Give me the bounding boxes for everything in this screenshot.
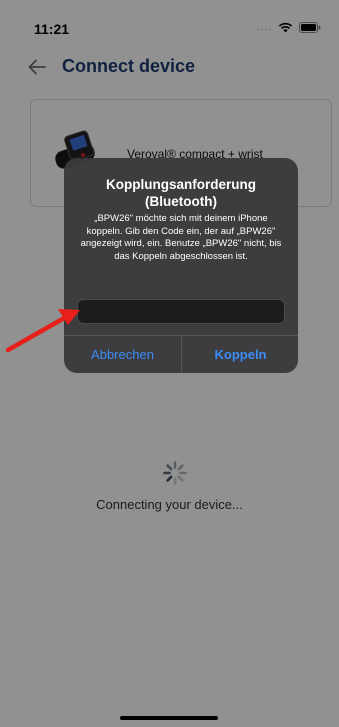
alert-message: „BPW26" möchte sich mit deinem iPhone ko… <box>80 213 282 262</box>
annotation-arrow-icon <box>5 309 80 353</box>
pairing-code-input[interactable] <box>77 299 285 324</box>
alert-title: Kopplungsanforderung (Bluetooth) <box>106 177 256 209</box>
bluetooth-pairing-alert: Kopplungsanforderung (Bluetooth) „BPW26"… <box>64 158 298 373</box>
pair-button[interactable]: Koppeln <box>182 336 298 373</box>
